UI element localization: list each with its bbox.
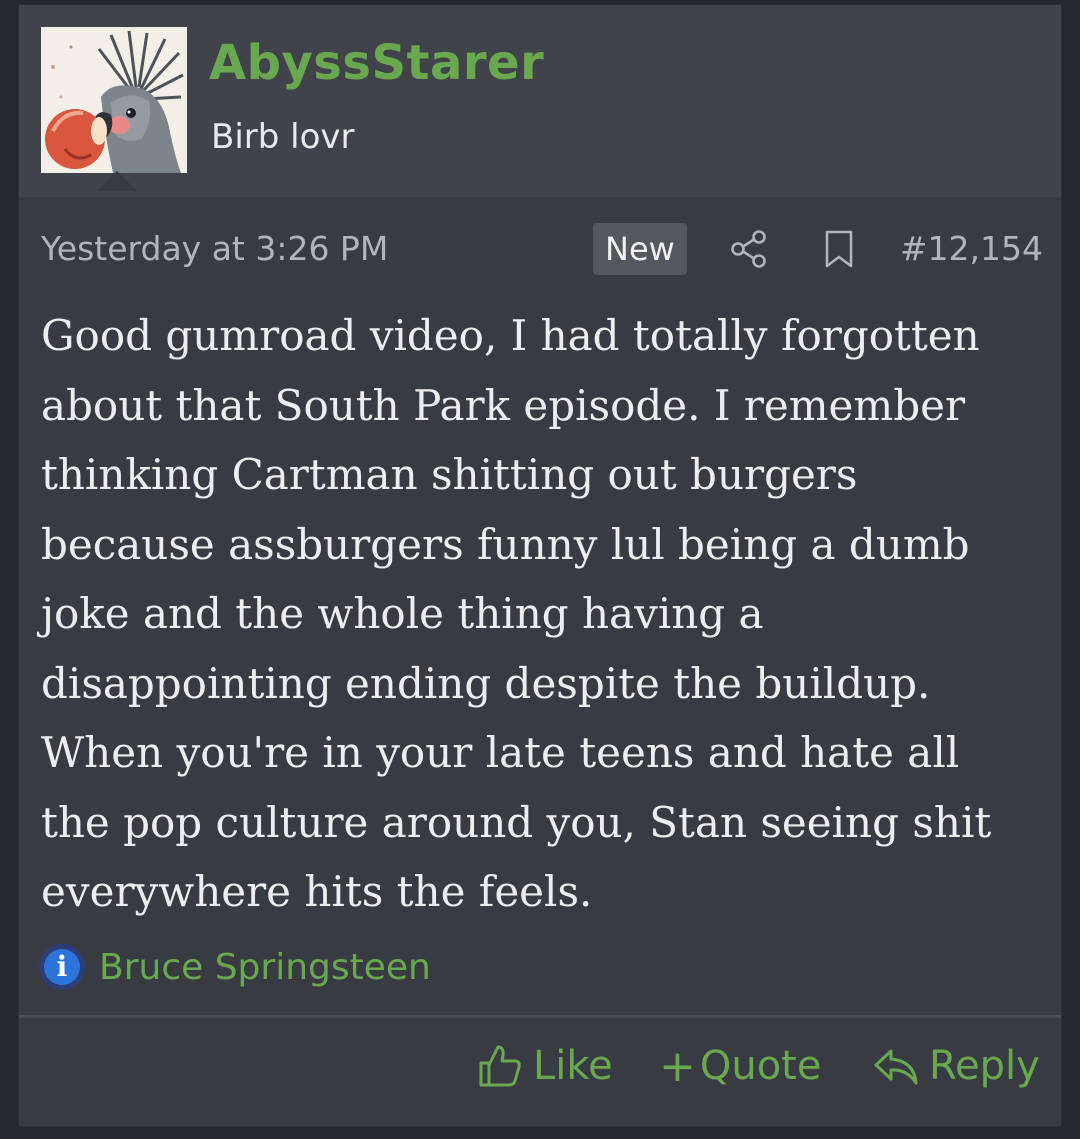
post-number-link[interactable]: #12,154 bbox=[900, 229, 1043, 268]
post-message: Good gumroad video, I had totally forgot… bbox=[41, 311, 992, 916]
quote-label: Quote bbox=[699, 1043, 822, 1089]
header-caret bbox=[97, 171, 137, 191]
thumbs-up-icon bbox=[479, 1045, 521, 1087]
share-icon[interactable] bbox=[729, 229, 769, 269]
bookmark-icon[interactable] bbox=[819, 229, 859, 269]
reply-button[interactable]: Reply bbox=[873, 1033, 1040, 1099]
post-user-header: AbyssStarer Birb lovr bbox=[19, 5, 1061, 197]
post-meta: Yesterday at 3:26 PM New #12,154 bbox=[41, 223, 1043, 279]
user-title: Birb lovr bbox=[211, 117, 355, 157]
signature: i Bruce Springsteen bbox=[39, 939, 431, 995]
user-avatar[interactable] bbox=[41, 27, 187, 173]
reply-label: Reply bbox=[929, 1043, 1040, 1089]
username[interactable]: AbyssStarer bbox=[209, 35, 544, 91]
new-badge: New bbox=[593, 223, 687, 275]
forum-post: AbyssStarer Birb lovr Yesterday at 3:26 … bbox=[18, 4, 1062, 1127]
reply-icon bbox=[874, 1049, 918, 1085]
like-button[interactable]: Like bbox=[477, 1033, 613, 1099]
actions-divider bbox=[19, 1015, 1061, 1018]
post-timestamp[interactable]: Yesterday at 3:26 PM bbox=[41, 229, 388, 268]
post-actions: Like + Quote Reply bbox=[19, 1033, 1061, 1099]
info-icon: i bbox=[39, 944, 85, 990]
like-label: Like bbox=[533, 1043, 613, 1089]
cockatoo-avatar-icon bbox=[41, 27, 187, 173]
quote-plus: + bbox=[659, 1040, 696, 1092]
quote-button[interactable]: + Quote bbox=[659, 1033, 821, 1099]
signature-text[interactable]: Bruce Springsteen bbox=[99, 947, 431, 988]
